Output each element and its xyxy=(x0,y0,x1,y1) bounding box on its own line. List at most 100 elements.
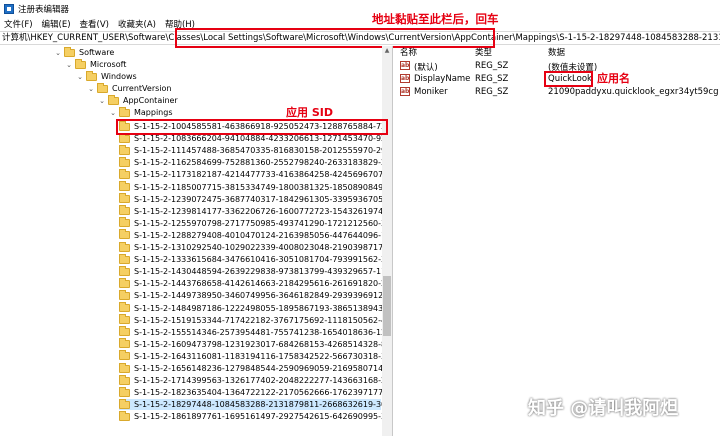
sid-key-label: S-1-15-2-1004585581-463866918-925052473-… xyxy=(134,122,392,131)
string-value-icon: ab xyxy=(400,87,410,96)
column-header-name[interactable]: 名称 xyxy=(400,46,417,58)
value-data: (数值未设置) xyxy=(548,63,598,73)
value-row-moniker[interactable]: ab Moniker REG_SZ 21090paddyxu.quicklook… xyxy=(394,86,720,99)
sid-key-label: S-1-15-2-1430448594-2639229838-973813799… xyxy=(134,267,393,277)
sid-key-item[interactable]: S-1-15-2-1239814177-3362206726-160077272… xyxy=(119,205,392,217)
menu-item[interactable]: 查看(V) xyxy=(80,18,109,30)
column-header-type[interactable]: 类型 xyxy=(475,46,492,58)
tree-node-label: AppContainer xyxy=(123,96,178,105)
tree-node-windows[interactable]: ⌄ Windows xyxy=(76,70,137,82)
chevron-down-icon[interactable]: ⌄ xyxy=(109,109,117,117)
tree-node-appcontainer[interactable]: ⌄ AppContainer xyxy=(98,94,178,106)
sid-key-label: S-1-15-2-1288279408-4010470124-216398505… xyxy=(134,230,393,240)
sid-key-item[interactable]: S-1-15-2-155514346-2573954481-755741238-… xyxy=(119,326,392,338)
sid-key-item[interactable]: S-1-15-2-1004585581-463866918-925052473-… xyxy=(119,120,392,132)
chevron-down-icon[interactable]: ⌄ xyxy=(76,73,84,81)
sid-key-label: S-1-15-2-1484987186-1222498055-189586719… xyxy=(134,303,393,313)
chevron-down-icon[interactable]: ⌄ xyxy=(65,61,73,69)
folder-icon xyxy=(119,362,130,373)
sid-key-label: S-1-15-2-1173182187-4214477733-416386425… xyxy=(134,170,393,180)
chevron-down-icon[interactable]: ⌄ xyxy=(54,49,62,57)
sid-key-item[interactable]: S-1-15-2-1443768658-4142614663-218429561… xyxy=(119,277,392,289)
tree-node-label: Microsoft xyxy=(90,60,127,69)
sid-key-label: S-1-15-2-1714399563-1326177402-204822227… xyxy=(134,376,393,386)
tree-node-currentversion[interactable]: ⌄ CurrentVersion xyxy=(87,82,171,94)
sid-key-label: S-1-15-2-18297448-1084583288-2131879811-… xyxy=(134,400,393,410)
address-annotation: 地址黏贴至此栏后，回车 xyxy=(372,12,499,26)
scroll-up-icon[interactable]: ▲ xyxy=(382,46,392,56)
sid-key-label: S-1-15-2-1519153344-717422182-3767175692… xyxy=(134,315,393,325)
menu-item[interactable]: 帮助(H) xyxy=(165,18,195,30)
value-data: 21090paddyxu.quicklook_egxr34yt59cg xyxy=(548,87,719,97)
folder-icon xyxy=(119,229,130,240)
sid-key-label: S-1-15-2-1449738950-3460749956-364618284… xyxy=(134,291,393,301)
folder-icon xyxy=(119,217,130,228)
tree-node-software[interactable]: ⌄ Software xyxy=(54,46,114,58)
folder-icon xyxy=(108,94,119,105)
sid-key-item[interactable]: S-1-15-2-1185007715-3815334749-180038132… xyxy=(119,181,392,193)
sid-key-item[interactable]: S-1-15-2-1333615684-3476610416-305108170… xyxy=(119,253,392,265)
folder-icon xyxy=(119,338,130,349)
folder-icon xyxy=(119,314,130,325)
sid-key-item[interactable]: S-1-15-2-1656148236-1279848544-259096905… xyxy=(119,362,392,374)
tree-node-mappings[interactable]: ⌄ Mappings xyxy=(109,106,173,118)
sid-key-item[interactable]: S-1-15-2-1310292540-1029022339-400802304… xyxy=(119,241,392,253)
sid-key-item[interactable]: S-1-15-2-1449738950-3460749956-364618284… xyxy=(119,289,392,301)
string-value-icon: ab xyxy=(400,74,410,83)
sid-key-item[interactable]: S-1-15-2-1239072475-3687740317-184296130… xyxy=(119,193,392,205)
menu-item[interactable]: 文件(F) xyxy=(4,18,33,30)
folder-icon xyxy=(119,398,130,409)
folder-icon xyxy=(119,302,130,312)
sid-key-item[interactable]: S-1-15-2-1430448594-2639229838-973813799… xyxy=(119,265,392,277)
sid-key-item[interactable]: S-1-15-2-1823635404-1364722122-217056266… xyxy=(119,386,392,398)
folder-icon xyxy=(119,205,130,216)
folder-icon xyxy=(119,144,130,155)
folder-icon xyxy=(119,241,130,252)
menu-item[interactable]: 编辑(E) xyxy=(42,18,71,30)
tree-node-label: Windows xyxy=(101,72,137,81)
sid-key-label: S-1-15-2-1162584699-752881360-2552798240… xyxy=(134,158,393,168)
window-title: 注册表编辑器 xyxy=(18,4,70,15)
folder-icon xyxy=(75,58,86,69)
sid-key-item[interactable]: S-1-15-2-1083666204-94104884-4233206613-… xyxy=(119,132,392,144)
regedit-icon xyxy=(4,3,14,14)
sid-key-label: S-1-15-2-155514346-2573954481-755741238-… xyxy=(134,327,393,337)
sid-key-item[interactable]: S-1-15-2-1162584699-752881360-2552798240… xyxy=(119,156,392,168)
sid-key-item[interactable]: S-1-15-2-1519153344-717422182-3767175692… xyxy=(119,314,392,326)
sid-key-item[interactable]: S-1-15-2-1643116081-1183194116-175834252… xyxy=(119,350,392,362)
value-name: Moniker xyxy=(414,87,448,97)
sid-key-item[interactable]: S-1-15-2-1714399563-1326177402-204822227… xyxy=(119,374,392,386)
menu-bar: 文件(F) 编辑(E) 查看(V) 收藏夹(A) 帮助(H) xyxy=(0,17,720,31)
column-header-data[interactable]: 数据 xyxy=(548,46,565,58)
sid-key-item[interactable]: S-1-15-2-1609473798-1231923017-684268153… xyxy=(119,338,392,350)
sid-key-label: S-1-15-2-1823635404-1364722122-217056266… xyxy=(134,388,393,398)
sid-key-item[interactable]: S-1-15-2-1173182187-4214477733-416386425… xyxy=(119,168,392,180)
string-value-icon: ab xyxy=(400,61,410,70)
folder-icon xyxy=(119,374,130,385)
title-bar: 注册表编辑器 xyxy=(0,0,720,17)
tree-node-microsoft[interactable]: ⌄ Microsoft xyxy=(65,58,127,70)
folder-icon xyxy=(119,193,130,204)
folder-icon xyxy=(119,181,130,191)
sid-key-label: S-1-15-2-1083666204-94104884-4233206613-… xyxy=(134,134,393,144)
sid-key-item[interactable]: S-1-15-2-1484987186-1222498055-189586719… xyxy=(119,302,392,314)
folder-icon xyxy=(64,46,75,57)
chevron-down-icon[interactable]: ⌄ xyxy=(87,85,95,93)
sid-key-item[interactable]: S-1-15-2-1861897761-1695161497-292754261… xyxy=(119,410,392,422)
value-row-displayname[interactable]: ab DisplayName REG_SZ QuickLook xyxy=(394,73,720,86)
scroll-thumb[interactable] xyxy=(383,276,391,336)
folder-icon xyxy=(119,289,130,300)
chevron-down-icon[interactable]: ⌄ xyxy=(98,97,106,105)
address-bar[interactable]: 计算机\HKEY_CURRENT_USER\Software\Classes\L… xyxy=(0,31,720,45)
folder-icon xyxy=(119,326,130,337)
sid-key-item[interactable]: S-1-15-2-1288279408-4010470124-216398505… xyxy=(119,229,392,241)
sid-key-item[interactable]: S-1-15-2-111457488-3685470335-816830158-… xyxy=(119,144,392,156)
value-row-default[interactable]: ab (默认) REG_SZ (数值未设置) xyxy=(394,60,720,73)
value-data: QuickLook xyxy=(548,74,592,84)
folder-icon xyxy=(119,253,130,264)
menu-item[interactable]: 收藏夹(A) xyxy=(118,18,156,30)
tree-scrollbar[interactable]: ▲ xyxy=(382,46,392,436)
sid-key-item[interactable]: S-1-15-2-1255970798-2717750985-493741290… xyxy=(119,217,392,229)
sid-key-item[interactable]: S-1-15-2-18297448-1084583288-2131879811-… xyxy=(119,398,392,411)
folder-icon xyxy=(119,386,130,397)
